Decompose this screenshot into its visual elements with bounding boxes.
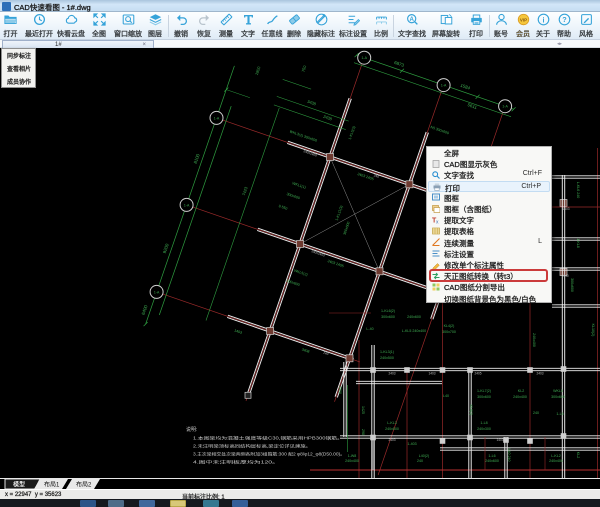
svg-text:240x400: 240x400 [345, 459, 359, 463]
svg-text:1-A: 1-A [502, 105, 508, 109]
svg-text:240x500: 240x500 [385, 427, 399, 431]
svg-text:WKL3(2) 300x600: WKL3(2) 300x600 [289, 130, 318, 143]
svg-text:2403: 2403 [388, 372, 395, 376]
svg-text:6400: 6400 [141, 304, 149, 316]
svg-text:2405: 2405 [474, 372, 481, 376]
svg-text:WKL5: WKL5 [553, 389, 563, 393]
svg-text:300x600: 300x600 [381, 315, 395, 319]
svg-text:L40: L40 [443, 394, 449, 398]
svg-text:KL2: KL2 [576, 452, 580, 458]
svg-text:240x500: 240x500 [380, 356, 394, 360]
svg-text:2438: 2438 [323, 114, 334, 122]
svg-text:1-KL11(3): 1-KL11(3) [335, 205, 344, 221]
svg-text:300x600: 300x600 [286, 192, 300, 200]
svg-text:300x600: 300x600 [343, 221, 351, 235]
svg-text:1800: 1800 [254, 65, 262, 76]
svg-text:KL2: KL2 [518, 389, 524, 393]
svg-text:1-A: 1-A [214, 116, 220, 120]
svg-text:2.未注明梁顶标高同结构层标高,梁定位详见建施。: 2.未注明梁顶标高同结构层标高,梁定位详见建施。 [193, 443, 311, 450]
svg-text:2403 2405: 2403 2405 [327, 259, 344, 268]
svg-text:1-A: 1-A [154, 290, 160, 294]
svg-text:L-KL5 240x400: L-KL5 240x400 [402, 329, 426, 333]
svg-text:1-W8: 1-W8 [348, 454, 357, 458]
svg-text:1-KL5(3): 1-KL5(3) [348, 126, 356, 141]
svg-text:300x700: 300x700 [442, 330, 456, 334]
svg-text:布局2: 布局2 [76, 481, 92, 489]
svg-text:298: 298 [361, 429, 365, 435]
svg-text:L-KL6 240: L-KL6 240 [576, 182, 580, 199]
svg-text:1403: 1403 [428, 372, 435, 376]
svg-text:KL10(2): KL10(2) [591, 324, 595, 337]
svg-text:240: 240 [373, 173, 380, 179]
svg-text:750: 750 [300, 64, 307, 73]
svg-text:1-KL6(2): 1-KL6(2) [381, 309, 395, 313]
svg-text:4900: 4900 [338, 386, 342, 394]
svg-text:2403: 2403 [536, 372, 543, 376]
svg-text:L40 240: L40 240 [507, 449, 511, 462]
svg-text:模型: 模型 [13, 481, 25, 489]
svg-text:8100: 8100 [193, 153, 201, 165]
svg-text:3.主次梁相交处次梁两侧各附加3组箍筋:300 配2 φ8/: 3.主次梁相交处次梁两侧各附加3组箍筋:300 配2 φ8/φ12_φ8(D50… [193, 451, 345, 458]
svg-text:240: 240 [417, 459, 423, 463]
svg-text:3438: 3438 [307, 99, 318, 107]
svg-text:240: 240 [323, 351, 330, 357]
svg-text:300x600: 300x600 [286, 279, 300, 287]
svg-text:240x400: 240x400 [549, 459, 563, 463]
svg-text:240x600: 240x600 [407, 315, 421, 319]
svg-text:1-A: 1-A [184, 203, 190, 207]
svg-text:1.本图梁均为混凝土强度等级C30,钢筋采用HPB300钢筋: 1.本图梁均为混凝土强度等级C30,钢筋采用HPB300钢筋。 [193, 435, 343, 442]
svg-text:1-A: 1-A [361, 56, 367, 60]
svg-text:1-KL8: 1-KL8 [576, 238, 580, 248]
svg-text:1-L8: 1-L8 [480, 421, 487, 425]
svg-text:300x600: 300x600 [477, 395, 491, 399]
svg-text:4.图中未注明板厚均为120。: 4.图中未注明板厚均为120。 [193, 459, 279, 466]
svg-text:说明:: 说明: [186, 426, 197, 433]
svg-text:300x600: 300x600 [551, 395, 565, 399]
svg-text:1403: 1403 [496, 438, 503, 442]
svg-text:L-KL2: L-KL2 [551, 454, 561, 458]
svg-text:9.550: 9.550 [278, 204, 288, 211]
svg-text:KL8(2): KL8(2) [469, 405, 473, 416]
svg-text:布局1: 布局1 [44, 481, 60, 489]
svg-text:1-KL3(1): 1-KL3(1) [380, 350, 394, 354]
svg-text:3408: 3408 [301, 347, 310, 353]
svg-text:7423: 7423 [241, 185, 249, 196]
svg-text:240x400: 240x400 [532, 333, 536, 347]
svg-text:1584: 1584 [460, 83, 472, 91]
svg-text:WKL1(1): WKL1(1) [292, 181, 307, 189]
svg-text:VIP: VIP [519, 17, 526, 22]
svg-text:300x600: 300x600 [570, 278, 574, 292]
svg-text:1-L6: 1-L6 [488, 454, 495, 458]
svg-text:L40(2): L40(2) [419, 454, 429, 458]
svg-text:1403: 1403 [234, 328, 243, 334]
svg-text:240x300: 240x300 [477, 427, 491, 431]
svg-text:?: ? [562, 15, 567, 24]
svg-text:i: i [542, 15, 544, 24]
svg-text:L-KL3: L-KL3 [387, 421, 397, 425]
svg-text:WKL5(2): WKL5(2) [293, 269, 308, 277]
svg-text:6873: 6873 [394, 60, 406, 68]
svg-text:240: 240 [533, 411, 539, 415]
svg-text:240x600: 240x600 [485, 459, 499, 463]
svg-text:A: A [409, 16, 414, 23]
svg-text:9200: 9200 [162, 242, 170, 254]
svg-text:x: x [436, 219, 439, 224]
svg-text:5611: 5611 [467, 102, 478, 110]
svg-text:2403 2405: 2403 2405 [357, 172, 374, 181]
svg-text:2403: 2403 [388, 438, 395, 442]
svg-text:KL4(2): KL4(2) [444, 324, 455, 328]
svg-text:240: 240 [563, 274, 569, 278]
svg-text:1-A: 1-A [441, 84, 447, 88]
svg-text:N5 300x600: N5 300x600 [430, 125, 450, 135]
svg-text:1-KL7(2): 1-KL7(2) [477, 389, 491, 393]
svg-text:1-L5: 1-L5 [556, 412, 563, 416]
svg-text:L-40: L-40 [366, 327, 373, 331]
svg-text:1425: 1425 [361, 406, 365, 414]
svg-text:240x400: 240x400 [513, 395, 527, 399]
svg-text:1403: 1403 [562, 207, 569, 211]
svg-text:1-403: 1-403 [407, 442, 416, 446]
